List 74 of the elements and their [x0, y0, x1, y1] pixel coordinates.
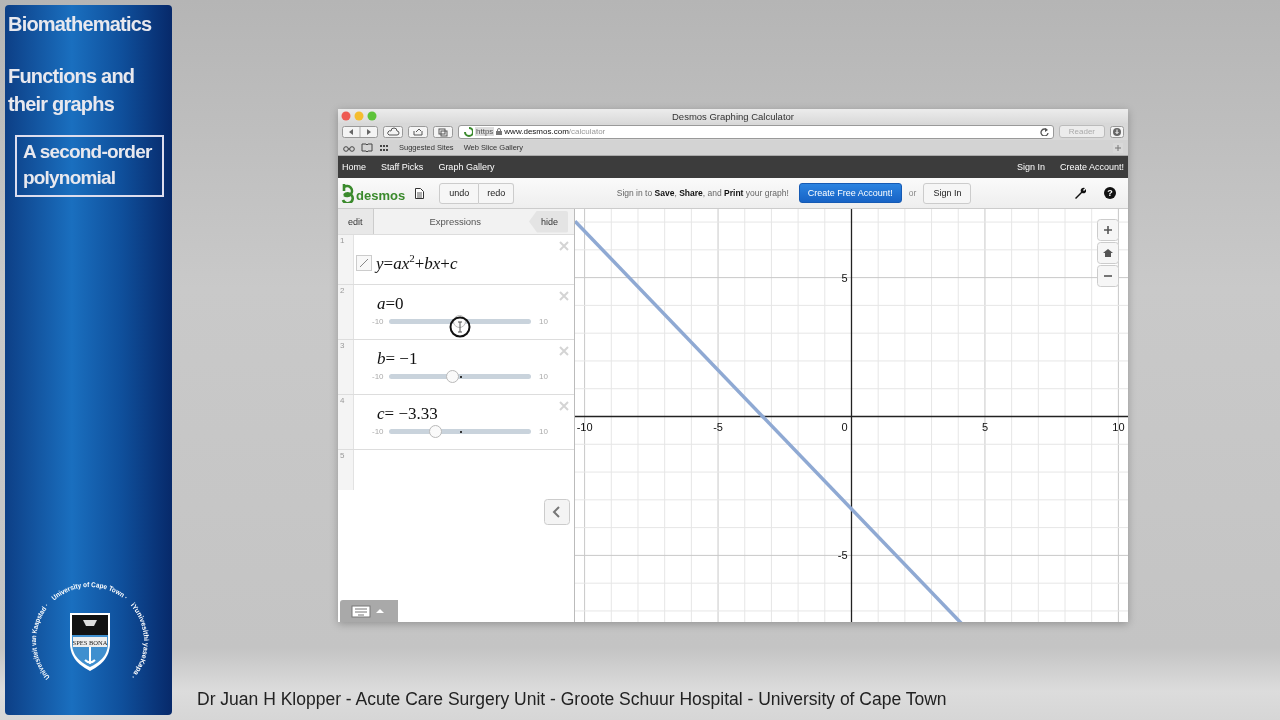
y-tick-label: 5	[841, 271, 848, 284]
graph-area[interactable]: -10 -5 0 5 10 -5 5	[575, 209, 1128, 622]
slider-min: -10	[372, 317, 385, 326]
collapse-button[interactable]	[544, 499, 570, 525]
slider-thumb[interactable]	[429, 424, 443, 438]
sign-in-prompt: Sign in to Save, Share, and Print your graph!	[616, 188, 789, 198]
back-forward-icon[interactable]	[342, 125, 378, 138]
redo-button[interactable]: redo	[479, 182, 515, 204]
x-tick-label: 0	[841, 420, 848, 433]
lock-icon	[496, 128, 503, 135]
top-sites-icon[interactable]	[379, 143, 389, 152]
expression-text[interactable]: y=ax$^{2}$+bx+c	[376, 252, 458, 274]
desmos-logo-icon	[341, 183, 355, 203]
slider-min: -10	[372, 427, 385, 436]
topic-label: A second-order polynomial	[15, 135, 164, 197]
hide-button[interactable]: hide	[529, 210, 568, 233]
slider-zero-mark	[460, 375, 462, 378]
y-tick-label: -5	[837, 549, 848, 562]
expression-text[interactable]: a=0	[377, 294, 404, 314]
home-button[interactable]	[1097, 242, 1119, 264]
slider-max: 10	[539, 427, 549, 436]
line-number: 1	[340, 236, 345, 245]
nav-link[interactable]: Create Account!	[1059, 162, 1124, 172]
shield-icon	[70, 613, 110, 671]
keyboard-button[interactable]	[340, 600, 398, 622]
url-path: /calculator	[568, 127, 606, 136]
line-number: 3	[340, 341, 345, 350]
nav-link[interactable]: Home	[342, 162, 366, 172]
slider-min: -10	[372, 372, 385, 381]
expression-text[interactable]: b= −1	[377, 349, 418, 369]
undo-button[interactable]: undo	[439, 182, 480, 204]
address-field[interactable]: https www.desmos.com/calculator	[458, 124, 1054, 139]
nav-link[interactable]: Graph Gallery	[438, 162, 495, 172]
slider-max: 10	[539, 317, 549, 326]
line-number: 5	[340, 451, 345, 460]
x-tick-label: -5	[713, 420, 723, 433]
slide-title: Biomathematics	[8, 13, 153, 36]
x-tick-label: -10	[576, 420, 593, 433]
line-number: 2	[340, 286, 345, 295]
x-tick-label: 5	[981, 420, 988, 433]
url-scheme: https	[475, 127, 495, 136]
share-icon[interactable]	[408, 125, 428, 138]
reading-list-icon[interactable]	[343, 143, 355, 152]
zoom-in-button[interactable]	[1097, 219, 1119, 241]
cloud-icon[interactable]	[383, 125, 403, 138]
line-style-icon[interactable]	[356, 254, 372, 271]
expression-text[interactable]: c= −3.33	[377, 404, 438, 424]
edit-button[interactable]: edit	[338, 209, 374, 234]
nav-link[interactable]: Staff Picks	[381, 162, 424, 172]
x-tick-label: 10	[1112, 420, 1125, 433]
desmos-logo-icon	[463, 126, 473, 137]
document-icon[interactable]	[415, 187, 425, 199]
line-number: 4	[340, 396, 345, 405]
nav-link[interactable]: Sign In	[1016, 162, 1045, 172]
new-tab-icon[interactable]	[1113, 142, 1123, 153]
zoom-out-button[interactable]	[1097, 265, 1119, 287]
slider-max: 10	[539, 372, 549, 381]
window-title: Desmos Graphing Calculator	[671, 110, 795, 122]
help-icon[interactable]: ?	[1104, 187, 1116, 199]
panel-title: Expressions	[429, 216, 482, 227]
download-icon[interactable]	[1110, 125, 1124, 138]
bookmarks-icon[interactable]	[361, 143, 373, 152]
slider-zero-mark	[460, 430, 462, 433]
tabs-icon[interactable]	[433, 125, 453, 138]
desmos-logo-text: desmos	[356, 188, 406, 203]
reload-icon[interactable]	[1039, 127, 1049, 136]
wrench-icon[interactable]	[1074, 187, 1086, 199]
create-account-button[interactable]: Create Free Account!	[798, 183, 902, 203]
slider-thumb[interactable]	[445, 369, 459, 383]
url-host: www.desmos.com	[504, 127, 569, 136]
sign-in-button[interactable]: Sign In	[923, 182, 972, 204]
footer-credit: Dr Juan H Klopper - Acute Care Surgery Unit - Groote Schuur Hospital - University of Cape Town	[197, 689, 948, 711]
slide-subtitle: Functions and their graphs	[8, 64, 136, 117]
or-label: or	[908, 188, 917, 198]
